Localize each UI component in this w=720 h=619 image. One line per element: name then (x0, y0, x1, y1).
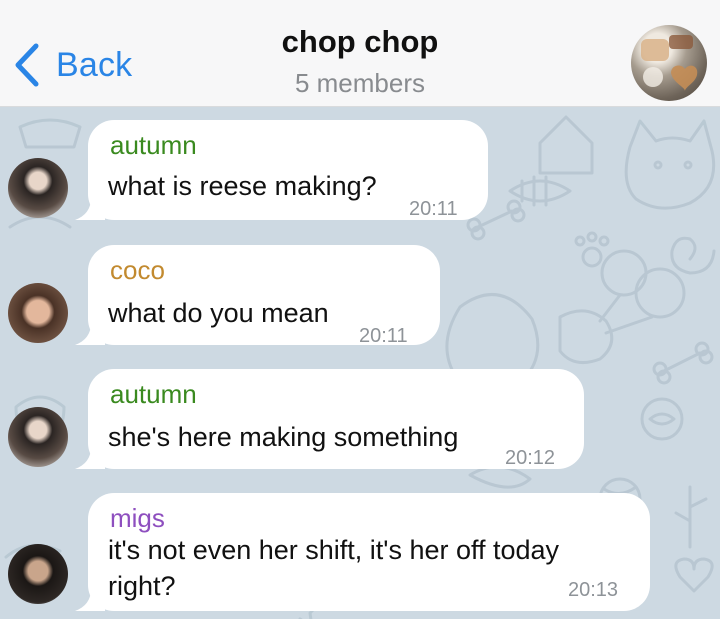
group-avatar[interactable] (631, 25, 707, 101)
bubble-tail (75, 323, 105, 345)
avatar-autumn[interactable] (8, 407, 68, 467)
sender-name[interactable]: autumn (110, 130, 197, 161)
message-bubble[interactable]: autumn what is reese making? 20:11 (75, 120, 488, 220)
message-text: what do you mean (108, 298, 329, 328)
bubble-tail (75, 198, 105, 220)
sender-name[interactable]: coco (110, 255, 165, 286)
avatar-migs[interactable] (8, 544, 68, 604)
avatar-autumn[interactable] (8, 158, 68, 218)
message-time: 20:12 (505, 447, 556, 469)
message-bubble[interactable]: autumn she's here making something 20:12 (75, 369, 584, 469)
message-bubble[interactable]: migs it's not even her shift, it's her o… (75, 493, 650, 611)
bubble-tail (75, 589, 105, 611)
message-list[interactable]: autumn what is reese making? 20:11 coco … (0, 107, 720, 619)
message-bubble[interactable]: coco what do you mean 20:11 (75, 245, 440, 347)
chat-header: Back chop chop 5 members (0, 0, 720, 107)
message-text-line-2: right? (108, 571, 176, 601)
member-count[interactable]: 5 members (0, 68, 720, 99)
message-text: she's here making something (108, 422, 459, 452)
chat-title[interactable]: chop chop (0, 24, 720, 60)
message-text: what is reese making? (108, 171, 377, 201)
message-text-line-1: it's not even her shift, it's her off to… (108, 535, 560, 565)
group-avatar-image (641, 35, 698, 91)
message-time: 20:13 (568, 579, 619, 601)
message-time: 20:11 (409, 198, 458, 220)
message-time: 20:11 (359, 325, 408, 347)
sender-name[interactable]: autumn (110, 379, 197, 410)
sender-name[interactable]: migs (110, 503, 165, 534)
bubble-tail (75, 447, 105, 469)
avatar-coco[interactable] (8, 283, 68, 343)
